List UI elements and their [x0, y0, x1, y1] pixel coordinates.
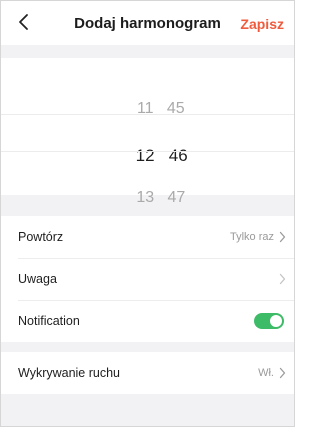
- motion-detection-label: Wykrywanie ruchu: [18, 366, 121, 380]
- toggle-knob: [270, 315, 282, 327]
- notification-label: Notification: [18, 314, 80, 328]
- notification-row: Notification: [1, 300, 294, 342]
- note-label: Uwaga: [18, 272, 57, 286]
- page-title: Dodaj harmonogram: [74, 15, 221, 32]
- note-row[interactable]: Uwaga: [1, 258, 294, 300]
- time-picker[interactable]: 11 45 12 46 13 47: [1, 58, 294, 206]
- repeat-value: Tylko raz: [229, 231, 274, 243]
- chevron-right-icon: [279, 367, 286, 379]
- chevron-left-icon: [14, 10, 36, 34]
- top-bar: Dodaj harmonogram Zapisz: [1, 1, 294, 45]
- chevron-right-icon: [279, 231, 286, 243]
- selection-line-bottom: [1, 151, 294, 152]
- screen: Dodaj harmonogram Zapisz 11 45 12 46 13 …: [0, 0, 295, 427]
- motion-detection-row[interactable]: Wykrywanie ruchu Wł.: [1, 352, 294, 394]
- save-button[interactable]: Zapisz: [240, 15, 284, 33]
- repeat-label: Powtórz: [18, 230, 64, 244]
- settings-group: Powtórz Tylko raz Uwaga Notification: [1, 216, 294, 342]
- selection-line-top: [1, 114, 294, 115]
- picker-hour: 13: [136, 189, 155, 206]
- back-button[interactable]: [14, 10, 36, 34]
- picker-hour: 11: [136, 100, 154, 117]
- repeat-row[interactable]: Powtórz Tylko raz: [1, 216, 294, 258]
- motion-detection-value: Wł.: [258, 367, 274, 379]
- chevron-right-icon: [279, 273, 286, 285]
- motion-group: Wykrywanie ruchu Wł.: [1, 352, 294, 394]
- notification-toggle[interactable]: [254, 313, 284, 329]
- picker-minute: 45: [166, 100, 185, 117]
- picker-minute: 47: [167, 189, 186, 206]
